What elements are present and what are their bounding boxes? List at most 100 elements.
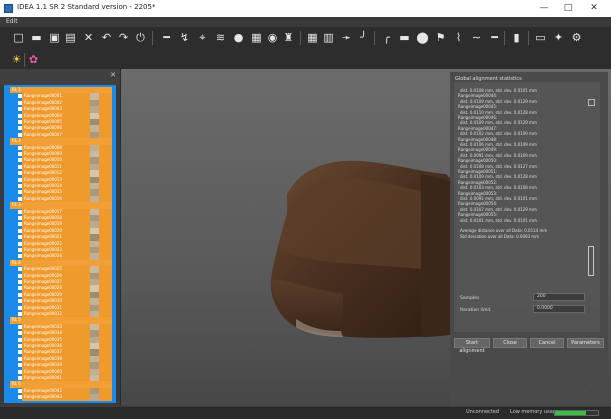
close-button[interactable]: ✕ bbox=[583, 0, 605, 17]
log-line: dist. 0.0091 mm, std. dev. 0.0101 mm bbox=[460, 196, 537, 201]
log-line: Rangeimage00053: bbox=[458, 190, 498, 196]
log-line: Rangeimage00052: bbox=[458, 179, 498, 185]
samples-field[interactable]: 200 bbox=[533, 293, 585, 301]
cancel-button[interactable]: Cancel bbox=[530, 338, 564, 348]
log-line: Std deviation over all Data: 0.0093 mm bbox=[460, 233, 540, 239]
log-line: Rangeimage00047: bbox=[458, 125, 498, 131]
tree-item[interactable]: Rangeimage00043 bbox=[4, 394, 116, 401]
memory-usage-bar bbox=[554, 410, 599, 416]
log-scrollbar[interactable] bbox=[588, 246, 594, 276]
toolbar-separator bbox=[374, 31, 375, 45]
log-line: dist. 0.0101 mm, std. dev. 0.0101 mm bbox=[460, 217, 537, 223]
save-icon[interactable]: ▣ bbox=[48, 31, 61, 44]
cube-icon[interactable]: ▦ bbox=[250, 31, 263, 44]
toolbar-separator bbox=[528, 31, 529, 45]
window-icon[interactable]: ▭ bbox=[534, 31, 547, 44]
log-line: Rangeimage00048: bbox=[458, 136, 498, 142]
status-bar: Unconnected Low memory usage bbox=[0, 406, 611, 419]
tree-item-tail bbox=[99, 394, 112, 401]
log-line: dist. 0.0108 mm, std. dev. 0.0101 mm bbox=[460, 88, 537, 93]
memory-status-label: Low memory usage bbox=[510, 409, 560, 415]
power-icon[interactable]: ⏻ bbox=[134, 31, 147, 44]
maximize-button[interactable]: □ bbox=[557, 0, 579, 17]
log-line: Rangeimage00049: bbox=[458, 147, 498, 153]
memory-usage-fill bbox=[555, 411, 586, 415]
app-icon bbox=[4, 4, 13, 13]
log-line: dist. 0.0109 mm, std. dev. 0.0128 mm bbox=[460, 174, 537, 180]
ellipse-icon[interactable]: ⬤ bbox=[416, 31, 429, 44]
toolbar-separator bbox=[300, 31, 301, 45]
toolbar-separator bbox=[152, 31, 153, 45]
redo-icon[interactable]: ↷ bbox=[117, 31, 130, 44]
marker-icon[interactable]: ♜ bbox=[282, 31, 295, 44]
secondary-toolbar: ☀ ✿ bbox=[0, 49, 611, 70]
log-line: dist. 0.0107 mm, std. dev. 0.0129 mm bbox=[460, 206, 537, 212]
log-line: Rangeimage00054: bbox=[458, 201, 498, 207]
log-line: dist. 0.0108 mm, std. dev. 0.0127 mm bbox=[460, 163, 537, 169]
transform-icon[interactable]: ▥ bbox=[322, 31, 335, 44]
gear-icon[interactable]: ⚙ bbox=[570, 31, 583, 44]
connection-status: Unconnected bbox=[466, 409, 500, 415]
log-line: Average distance over all Data: 0.0114 m… bbox=[460, 228, 548, 234]
light-icon[interactable]: ☀ bbox=[10, 53, 23, 66]
log-line: Rangeimage00045: bbox=[458, 104, 498, 110]
grid-icon[interactable]: ▦ bbox=[306, 31, 319, 44]
log-line: Rangeimage00044: bbox=[458, 93, 498, 99]
rect-icon[interactable]: ▬ bbox=[398, 31, 411, 44]
close-dialog-button[interactable]: Close bbox=[493, 338, 527, 348]
iteration-limit-field[interactable]: 0.0000 bbox=[533, 305, 585, 313]
minimize-button[interactable]: — bbox=[533, 0, 555, 17]
color-swatch[interactable] bbox=[90, 394, 99, 401]
log-line: Rangeimage00051: bbox=[458, 169, 498, 174]
window-title: IDEA 1.1 SR 2 Standard version - 2205* bbox=[17, 3, 156, 11]
tree-item-label: Rangeimage00043 bbox=[22, 394, 90, 401]
ruler-icon[interactable]: ━ bbox=[488, 31, 501, 44]
new-icon[interactable]: □ bbox=[12, 31, 25, 44]
polyline-icon[interactable]: ⌇ bbox=[452, 31, 465, 44]
save-as-icon[interactable]: ▤ bbox=[64, 31, 77, 44]
menu-edit[interactable]: Edit bbox=[6, 17, 18, 27]
arrow-icon[interactable]: ➛ bbox=[340, 31, 353, 44]
graph-icon[interactable]: ↯ bbox=[178, 31, 191, 44]
open-icon[interactable]: ▬ bbox=[30, 31, 43, 44]
main-toolbar: □ ▬ ▣ ▤ ✕ ↶ ↷ ⏻ ━ ↯ ⌖ ≋ ● ▦ ◉ ♜ ▦ ▥ ➛ ╯ ╭ ▬ ⬤ ⚑ ⌇ ∼ ━ ▮ ▭ ✦ ⚙ bbox=[0, 27, 611, 50]
sphere-icon[interactable]: ◉ bbox=[266, 31, 279, 44]
log-line: dist. 0.0109 mm, std. dev. 0.0129 mm bbox=[460, 120, 537, 126]
dialog-checkbox[interactable] bbox=[588, 99, 595, 106]
star-icon[interactable]: ✦ bbox=[552, 31, 565, 44]
panel-header: ✕ bbox=[0, 69, 120, 85]
brush-icon[interactable]: ∼ bbox=[470, 31, 483, 44]
toolbar-separator bbox=[504, 31, 505, 45]
curve-icon[interactable]: ╭ bbox=[380, 31, 393, 44]
alignment-statistics-dialog: Global alignment statistics dist. 0.0108… bbox=[450, 72, 608, 406]
log-line: Rangeimage00046: bbox=[458, 115, 498, 120]
log-line: Rangeimage00055: bbox=[458, 212, 498, 218]
log-line: dist. 0.0103 mm, std. dev. 0.0108 mm bbox=[460, 185, 537, 191]
log-line: dist. 0.0102 mm, std. dev. 0.0109 mm bbox=[460, 131, 537, 137]
log-line: dist. 0.0110 mm, std. dev. 0.0128 mm bbox=[460, 109, 537, 115]
scan-tree[interactable]: RL 1 Rangeimage00001 Rangeimage00002 Rangei… bbox=[4, 85, 116, 403]
samples-label: Samples bbox=[460, 296, 480, 301]
log-line: Rangeimage00050: bbox=[458, 158, 498, 164]
undo-icon[interactable]: ↶ bbox=[100, 31, 113, 44]
start-alignment-button[interactable]: Start alignment bbox=[454, 338, 490, 354]
title-bar: IDEA 1.1 SR 2 Standard version - 2205* —… bbox=[0, 0, 611, 18]
palette-icon[interactable]: ✿ bbox=[27, 53, 40, 66]
iteration-limit-label: Iteration limit bbox=[460, 308, 491, 313]
log-line: dist. 0.0106 mm, std. dev. 0.0109 mm bbox=[460, 142, 537, 147]
log-line: dist. 0.0091 mm, std. dev. 0.0109 mm bbox=[460, 152, 537, 158]
menu-bar: Edit bbox=[0, 17, 611, 27]
delete-icon[interactable]: ✕ bbox=[82, 31, 95, 44]
close-icon[interactable]: ✕ bbox=[110, 71, 116, 79]
scan-tree-panel: ✕ RL 1 Rangeimage00001 Rangeimage00002 Rang… bbox=[0, 69, 120, 406]
measure-icon[interactable]: ━ bbox=[160, 31, 173, 44]
settings-icon[interactable]: ≋ bbox=[214, 31, 227, 44]
line-icon[interactable]: ╯ bbox=[357, 31, 370, 44]
flag-icon[interactable]: ⚑ bbox=[434, 31, 447, 44]
points-icon[interactable]: ● bbox=[232, 31, 245, 44]
parameters-button[interactable]: Parameters bbox=[567, 338, 604, 348]
log-line: dist. 0.0109 mm, std. dev. 0.0129 mm bbox=[460, 98, 537, 104]
panel-icon[interactable]: ▮ bbox=[510, 31, 523, 44]
fit-icon[interactable]: ⌖ bbox=[196, 31, 209, 44]
toolbar-separator bbox=[24, 53, 25, 67]
